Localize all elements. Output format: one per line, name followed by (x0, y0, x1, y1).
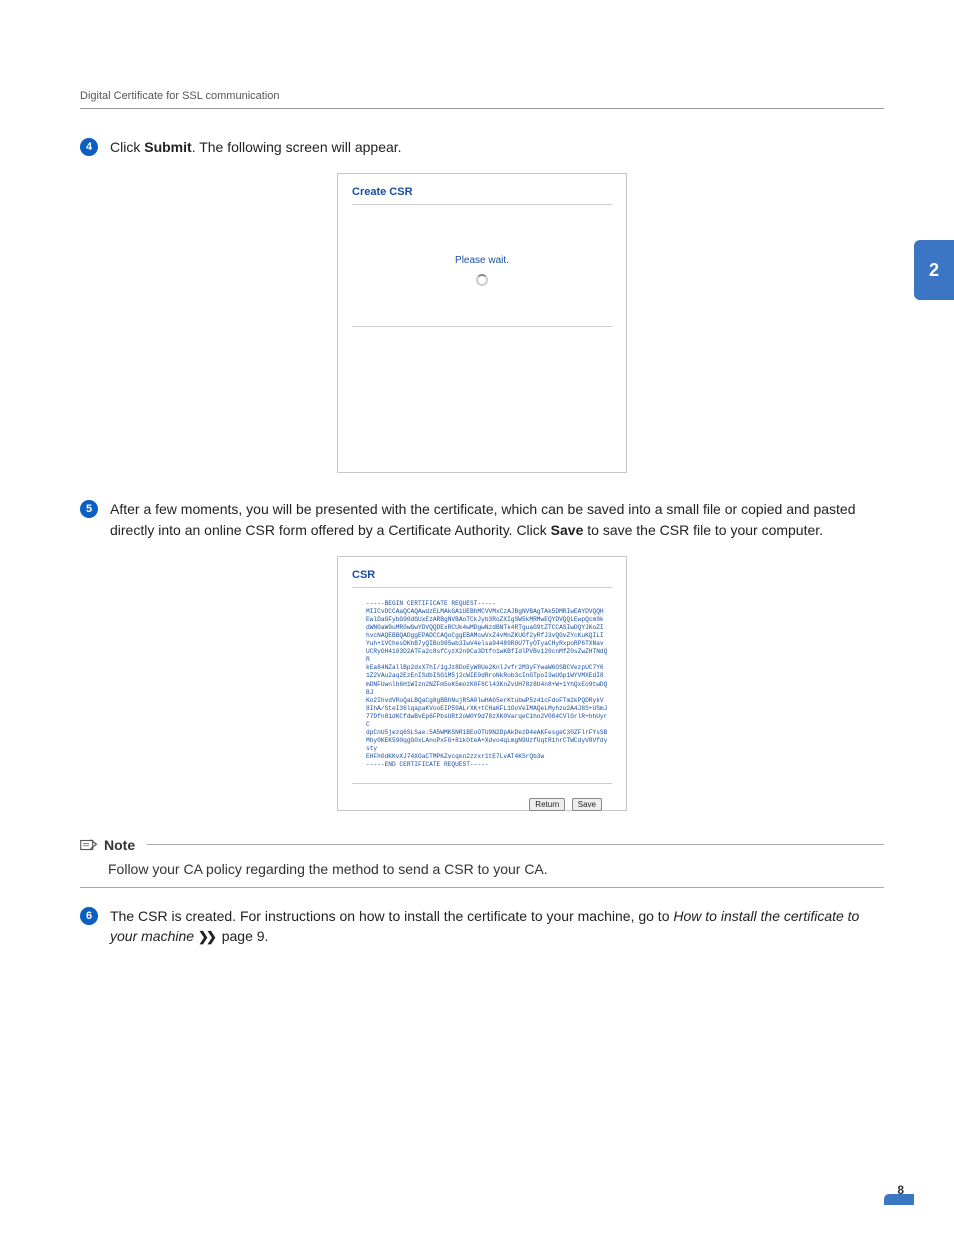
step-4-bold: Submit (144, 139, 191, 155)
step-6-post: page 9. (218, 928, 269, 944)
step-6: 6 The CSR is created. For instructions o… (80, 906, 884, 947)
note-rule-top (147, 844, 884, 845)
note-label: Note (104, 837, 135, 853)
csr-text-block: -----BEGIN CERTIFICATE REQUEST-----MIICv… (352, 594, 612, 777)
note-text: Follow your CA policy regarding the meth… (108, 861, 884, 877)
step-4-post: . The following screen will appear. (192, 139, 402, 155)
step-4-pre: Click (110, 139, 144, 155)
screenshot-create-csr: Create CSR Please wait. (337, 173, 627, 473)
chapter-tab: 2 (914, 240, 954, 300)
scr1-rule-top (352, 204, 612, 205)
step-6-a: The CSR is created. For instructions on … (110, 908, 673, 924)
note-header: Note (80, 837, 884, 853)
scr1-title: Create CSR (352, 186, 612, 198)
note-rule-bottom (80, 887, 884, 888)
scr2-title: CSR (352, 569, 612, 581)
scr1-rule-mid (352, 326, 612, 327)
return-button[interactable]: Return (529, 798, 565, 811)
step-5-text: After a few moments, you will be present… (110, 499, 884, 540)
scr1-wait-text: Please wait. (352, 255, 612, 266)
step-5-b: to save the CSR file to your computer. (583, 522, 823, 538)
header-rule (80, 108, 884, 109)
step-6-badge: 6 (80, 907, 98, 925)
step-4-badge: 4 (80, 138, 98, 156)
spinner-icon (476, 274, 488, 286)
screenshot-csr-output: CSR -----BEGIN CERTIFICATE REQUEST-----M… (337, 556, 627, 811)
scr2-rule-bottom (352, 783, 612, 784)
scr2-rule-top (352, 587, 612, 588)
corner-accent (884, 1194, 914, 1205)
xref-chevron-icon: ❯❯ (194, 929, 218, 944)
step-4-text: Click Submit. The following screen will … (110, 137, 884, 157)
section-header: Digital Certificate for SSL communicatio… (80, 90, 884, 102)
step-5-bold: Save (551, 522, 584, 538)
step-5: 5 After a few moments, you will be prese… (80, 499, 884, 540)
step-5-badge: 5 (80, 500, 98, 518)
step-6-text: The CSR is created. For instructions on … (110, 906, 884, 947)
step-4: 4 Click Submit. The following screen wil… (80, 137, 884, 157)
save-button[interactable]: Save (572, 798, 602, 811)
note-icon (80, 838, 98, 852)
